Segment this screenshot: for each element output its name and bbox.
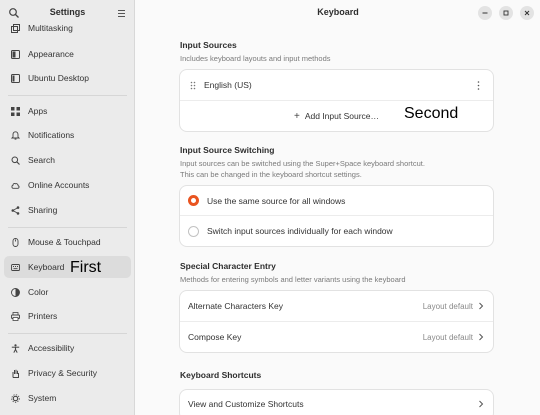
sidebar-item-label: Keyboard xyxy=(28,262,65,272)
chevron-right-icon xyxy=(478,302,484,310)
sidebar-item-accessibility[interactable]: Accessibility xyxy=(4,337,131,359)
input-source-switching-title: Input Source Switching xyxy=(180,145,275,155)
keyboard-shortcuts-title: Keyboard Shortcuts xyxy=(180,370,262,380)
accessibility-icon xyxy=(11,343,20,353)
view-customize-shortcuts-row[interactable]: View and Customize Shortcuts xyxy=(180,390,493,415)
sidebar-item-apps[interactable]: Apps xyxy=(4,100,131,122)
switching-description-2: This can be changed in the keyboard shor… xyxy=(180,170,362,179)
input-source-row[interactable]: English (US) xyxy=(180,70,493,100)
radio-each-window[interactable] xyxy=(188,225,199,237)
sidebar-item-label: System xyxy=(28,393,57,403)
sidebar-item-label: Color xyxy=(28,287,49,297)
compose-key-value: Layout default xyxy=(422,332,473,342)
sidebar-item-appearance[interactable]: Appearance xyxy=(4,43,131,65)
annotation-label-second: Second xyxy=(404,105,459,122)
drag-handle-icon[interactable] xyxy=(190,81,196,90)
special-character-entry-title: Special Character Entry xyxy=(180,261,276,271)
sidebar-item-label: Printers xyxy=(28,311,58,321)
close-button[interactable] xyxy=(520,6,534,20)
option-each-window-label: Switch input sources individually for ea… xyxy=(207,226,393,236)
keyboard-icon xyxy=(11,263,20,272)
switching-description-1: Input sources can be switched using the … xyxy=(180,159,425,168)
sidebar-item-mouse-touchpad[interactable]: Mouse & Touchpad xyxy=(4,231,131,253)
search-icon xyxy=(11,156,20,165)
sidebar-item-color[interactable]: Color xyxy=(4,281,131,303)
color-icon xyxy=(11,287,20,297)
sidebar-item-label: Mouse & Touchpad xyxy=(28,237,101,247)
main-content: Keyboard Input Sources Includes keyboard… xyxy=(136,0,540,415)
sidebar-item-label: Online Accounts xyxy=(28,180,90,190)
compose-key-label: Compose Key xyxy=(188,332,242,342)
more-options-icon[interactable] xyxy=(477,81,480,90)
sidebar-item-multitasking[interactable]: Multitasking xyxy=(4,17,131,39)
printer-icon xyxy=(11,311,20,321)
minimize-icon xyxy=(482,12,488,14)
close-icon xyxy=(524,10,530,16)
alternate-characters-key-value: Layout default xyxy=(422,301,473,311)
switching-options-card: Use the same source for all windows Swit… xyxy=(180,186,493,246)
system-icon xyxy=(11,393,20,403)
option-same-source-label: Use the same source for all windows xyxy=(207,195,346,206)
sidebar-item-label: Multitasking xyxy=(28,23,73,33)
sidebar-item-notifications[interactable]: Notifications xyxy=(4,124,131,146)
ubuntu-desktop-icon xyxy=(11,73,20,83)
shortcuts-card: View and Customize Shortcuts xyxy=(180,390,493,415)
sidebar-item-label: Search xyxy=(28,155,55,165)
sidebar: Settings Multitasking Appearance Ubuntu … xyxy=(0,0,135,415)
mouse-icon xyxy=(11,237,20,247)
appearance-icon xyxy=(11,49,20,59)
sidebar-item-system[interactable]: System xyxy=(4,387,131,409)
sidebar-item-label: Sharing xyxy=(28,205,58,215)
apps-icon xyxy=(11,106,20,116)
maximize-icon xyxy=(503,10,509,16)
radio-same-source[interactable] xyxy=(188,195,199,206)
option-same-source[interactable]: Use the same source for all windows xyxy=(180,186,493,215)
sidebar-item-label: Notifications xyxy=(28,130,75,140)
input-sources-title: Input Sources xyxy=(180,40,237,50)
sidebar-item-sharing[interactable]: Sharing xyxy=(4,199,131,221)
sidebar-separator xyxy=(8,333,127,334)
sidebar-item-ubuntu-desktop[interactable]: Ubuntu Desktop xyxy=(4,67,131,89)
hand-icon xyxy=(11,369,20,378)
sidebar-item-label: Accessibility xyxy=(28,343,75,353)
sidebar-item-label: Appearance xyxy=(28,49,74,59)
sidebar-item-online-accounts[interactable]: Online Accounts xyxy=(4,174,131,196)
compose-key-row[interactable]: Compose Key Layout default xyxy=(180,322,493,352)
sidebar-separator xyxy=(8,227,127,228)
plus-icon: + xyxy=(293,110,300,122)
alternate-characters-key-row[interactable]: Alternate Characters Key Layout default xyxy=(180,291,493,321)
special-character-description: Methods for entering symbols and letter … xyxy=(180,275,406,284)
input-source-label: English (US) xyxy=(204,80,252,90)
maximize-button[interactable] xyxy=(499,6,513,20)
sidebar-item-search[interactable]: Search xyxy=(4,149,131,171)
annotation-label-first: First xyxy=(70,259,102,276)
sidebar-item-privacy-security[interactable]: Privacy & Security xyxy=(4,362,131,384)
multitasking-icon xyxy=(11,23,20,33)
add-input-source-label: Add Input Source… xyxy=(304,111,380,121)
chevron-right-icon xyxy=(478,333,484,341)
view-customize-shortcuts-label: View and Customize Shortcuts xyxy=(188,399,304,409)
sidebar-item-label: Ubuntu Desktop xyxy=(28,73,89,83)
input-sources-description: Includes keyboard layouts and input meth… xyxy=(180,54,331,63)
sidebar-separator xyxy=(8,95,127,96)
minimize-button[interactable] xyxy=(478,6,492,20)
cloud-icon xyxy=(11,181,20,190)
sidebar-item-label: Apps xyxy=(28,106,48,116)
sidebar-item-label: Privacy & Security xyxy=(28,368,97,378)
sidebar-item-printers[interactable]: Printers xyxy=(4,305,131,327)
alternate-characters-key-label: Alternate Characters Key xyxy=(188,301,283,311)
option-each-window[interactable]: Switch input sources individually for ea… xyxy=(180,216,493,246)
share-icon xyxy=(11,205,20,215)
special-characters-card: Alternate Characters Key Layout default … xyxy=(180,291,493,352)
bell-icon xyxy=(11,130,20,140)
sidebar-item-keyboard[interactable]: Keyboard xyxy=(4,256,131,278)
chevron-right-icon xyxy=(478,400,484,408)
